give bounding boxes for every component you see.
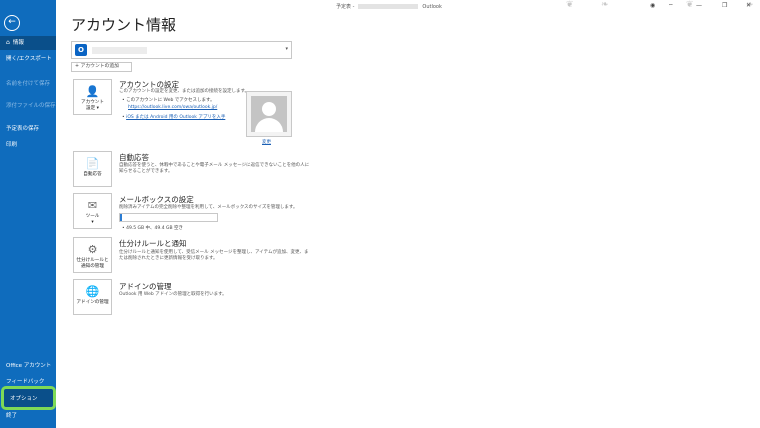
section-description: 削除済みアイテムの完全削除や整理を利用して、メールボックスのサイズを管理します。 — [119, 205, 298, 210]
sidebar-item-info[interactable]: ⌂ 情報 — [0, 36, 56, 50]
sidebar-item-label: フィードバック — [6, 379, 45, 385]
tile-label: アドインの管理 — [76, 300, 109, 305]
person-gear-icon: 👤 — [85, 85, 100, 98]
leaf-decoration-icon: ❦ — [686, 0, 694, 10]
outlook-logo-icon: O — [75, 44, 87, 56]
auto-reply-icon: 📄 — [85, 157, 100, 170]
globe-icon: 🌐 — [85, 285, 100, 298]
rules-tile[interactable]: ⚙ 仕分けルールと 通知の管理 — [73, 237, 112, 273]
section-title: 自動応答 — [119, 153, 149, 162]
sidebar-item-label: オプション — [10, 396, 38, 402]
mailbox-tools-icon: ✉ — [87, 199, 98, 212]
owa-link[interactable]: https://outlook.live.com/owa/outlook.jp/ — [128, 105, 217, 110]
auto-reply-tile[interactable]: 📄 自動応答 — [73, 151, 112, 187]
redacted-name — [358, 4, 419, 9]
storage-progress-fill — [120, 214, 122, 221]
link-text[interactable]: https://outlook.live.com/owa/outlook.jp/ — [128, 105, 217, 110]
backstage-sidebar: ← ⌂ 情報 開く/エクスポート 名前を付けて保存 添付ファイルの保存 予定表の保… — [0, 0, 56, 428]
sidebar-item-label: 予定表の保存 — [6, 126, 40, 132]
storage-text: • 49.5 GB 中、49.4 GB 空き — [122, 226, 184, 231]
sidebar-item-options[interactable]: オプション — [1, 386, 56, 410]
home-icon: ⌂ — [6, 39, 10, 46]
sidebar-item-label: 終了 — [6, 413, 18, 419]
get-app-link[interactable]: iOS または Android 用の Outlook アプリを入手 — [126, 115, 225, 120]
redacted-account — [92, 47, 147, 54]
section-description: このアカウントの設定を変更、または追加の接続を設定します。 — [119, 89, 250, 94]
section-title: アドインの管理 — [119, 282, 172, 291]
page-title: アカウント情報 — [71, 16, 177, 34]
bullet-text: このアカウントに Web でアクセスします。 — [126, 98, 215, 103]
storage-progress-bar — [119, 213, 218, 222]
avatar-icon[interactable]: ◉ — [650, 2, 655, 9]
window-title: 予定表 - Outlook — [336, 3, 442, 10]
avatar-head — [262, 102, 276, 116]
tile-label: ツール ▾ — [85, 214, 100, 225]
avatar — [251, 96, 287, 132]
account-dropdown[interactable]: O ▾ — [71, 41, 292, 59]
mailbox-tools-tile[interactable]: ✉ ツール ▾ — [73, 193, 112, 229]
section-description: Outlook 用 Web アドインの管理と取得を行います。 — [119, 292, 227, 297]
chevron-down-icon: ▾ — [285, 46, 288, 52]
leaf-decoration-icon: ❦ — [566, 0, 574, 10]
sidebar-item-label: Office アカウント — [6, 363, 52, 369]
sidebar-item-label: 開く/エクスポート — [6, 56, 52, 62]
sidebar-item-feedback[interactable]: フィードバック — [0, 377, 56, 385]
sidebar-item-open-export[interactable]: 開く/エクスポート — [0, 54, 56, 62]
title-left: 予定表 - — [336, 4, 355, 10]
minimize-button[interactable]: — — [696, 2, 702, 9]
sidebar-item-label: 印刷 — [6, 142, 18, 148]
storage-value: 49.5 GB 中、49.4 GB 空き — [126, 226, 184, 231]
profile-photo — [246, 91, 292, 137]
section-description: たは削除されたときに更新情報を受け取ります。 — [119, 256, 218, 261]
account-settings-tile[interactable]: 👤 アカウント 設定 ▾ — [73, 79, 112, 115]
back-arrow-icon[interactable]: ← — [4, 15, 20, 31]
sidebar-item-label: 情報 — [12, 40, 24, 46]
add-account-button[interactable]: + アカウントの追加 — [71, 62, 132, 72]
add-account-label: アカウントの追加 — [80, 64, 119, 69]
title-app-name: Outlook — [422, 4, 442, 10]
sidebar-item-exit[interactable]: 終了 — [0, 411, 56, 419]
bullet-item: • このアカウントに Web でアクセスします。 — [122, 98, 215, 103]
wifi-icon[interactable]: ⌔ — [668, 2, 674, 10]
leaf-decoration-icon: ❧ — [601, 0, 609, 10]
sidebar-item-office-account[interactable]: Office アカウント — [0, 361, 56, 369]
section-title: メールボックスの設定 — [119, 195, 194, 204]
tile-label: 仕分けルールと 通知の管理 — [76, 258, 109, 269]
section-title: 仕分けルールと通知 — [119, 239, 187, 248]
title-bar: 予定表 - Outlook ❦ ❧ ❦ ❧ ◉ ⌔ — ❐ ✕ — [56, 0, 760, 12]
sidebar-item-label: 添付ファイルの保存 — [6, 103, 56, 109]
tile-label: アカウント 設定 ▾ — [81, 100, 104, 111]
sidebar-item-save-as: 名前を付けて保存 — [0, 79, 56, 87]
restore-button[interactable]: ❐ — [722, 2, 727, 9]
sidebar-item-print[interactable]: 印刷 — [0, 140, 56, 148]
sidebar-item-save-calendar[interactable]: 予定表の保存 — [0, 124, 56, 132]
avatar-shoulders — [255, 118, 283, 132]
close-button[interactable]: ✕ — [746, 2, 751, 9]
sidebar-item-label: 名前を付けて保存 — [6, 81, 51, 87]
add-ins-tile[interactable]: 🌐 アドインの管理 — [73, 279, 112, 315]
rules-icon: ⚙ — [87, 243, 98, 256]
change-photo-link[interactable]: 変更 — [262, 139, 271, 145]
tile-label: 自動応答 — [83, 172, 102, 177]
bullet-item: • iOS または Android 用の Outlook アプリを入手 — [122, 115, 226, 120]
section-description: 知らせることができます。 — [119, 169, 173, 174]
sidebar-item-save-attachments: 添付ファイルの保存 — [0, 101, 56, 109]
plus-icon: + — [75, 64, 80, 69]
